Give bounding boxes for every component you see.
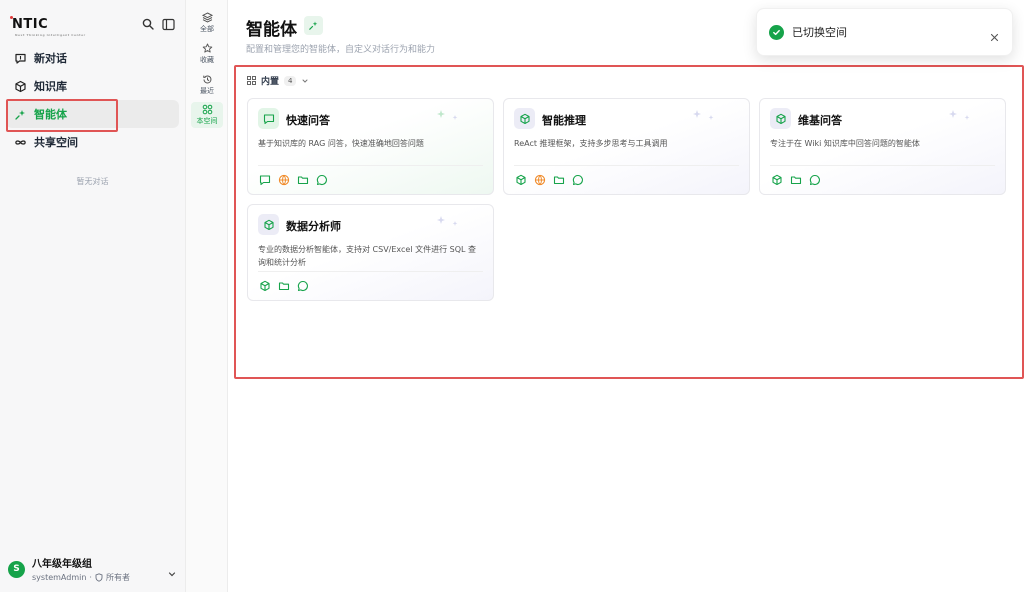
card-divider xyxy=(258,271,483,272)
message-icon xyxy=(808,173,821,186)
agent-card-wiki-qa[interactable]: 维基问答 专注于在 Wiki 知识库中回答问题的智能体 xyxy=(759,98,1006,195)
folder-icon xyxy=(552,173,565,186)
message-icon xyxy=(315,173,328,186)
sidebar-toggle-icon[interactable] xyxy=(161,17,175,31)
message-icon xyxy=(296,279,309,292)
history-icon xyxy=(202,74,213,85)
agent-description: ReAct 推理框架，支持多步思考与工具调用 xyxy=(514,139,668,148)
sparkle-decoration-icon xyxy=(435,214,463,234)
card-divider xyxy=(770,165,995,166)
builtin-section: 内置 4 快速问答 基于知识库的 RAG 问答，快速准确地回答问题 智能推理 R… xyxy=(234,65,1024,379)
sparkle-decoration-icon xyxy=(691,108,719,128)
cube-icon xyxy=(770,108,791,129)
filter-label: 最近 xyxy=(200,87,214,95)
logo-text: NTIC xyxy=(12,16,49,32)
logo-row: NTIC Next Thinking Intelligent Center xyxy=(10,12,175,37)
section-header[interactable]: 内置 4 xyxy=(247,74,309,87)
org-name: 八年级年级组 xyxy=(32,559,92,570)
agent-description: 专业的数据分析智能体，支持对 CSV/Excel 文件进行 SQL 查询和统计分… xyxy=(258,245,477,267)
star-icon xyxy=(202,43,213,54)
cube-icon xyxy=(258,279,271,292)
sidebar-nav: 新对话 知识库 智能体 共享空间 xyxy=(6,44,179,156)
filter-recent[interactable]: 最近 xyxy=(191,72,223,98)
cube-icon xyxy=(770,173,783,186)
filter-this-space[interactable]: 本空间 xyxy=(191,102,223,128)
agent-tools xyxy=(514,173,584,186)
section-label: 内置 xyxy=(261,77,280,87)
agent-tools xyxy=(258,279,309,292)
agent-title: 数据分析师 xyxy=(286,220,341,233)
agent-title: 智能推理 xyxy=(542,114,586,127)
card-divider xyxy=(258,165,483,166)
chevron-down-icon[interactable] xyxy=(301,77,309,85)
sidebar-item-label: 智能体 xyxy=(34,108,67,121)
sidebar-item-label: 新对话 xyxy=(34,52,67,65)
folder-icon xyxy=(789,173,802,186)
main-content: 智能体 配置和管理您的智能体，自定义对话行为和能力 内置 4 快速问答 基于知识… xyxy=(229,0,1024,592)
user-role: 所有者 xyxy=(105,573,130,582)
sidebar-item-agents[interactable]: 智能体 xyxy=(6,100,179,128)
chat-icon xyxy=(258,173,271,186)
meta-separator: · xyxy=(89,573,92,582)
space-icon xyxy=(202,104,213,115)
agent-card-reasoning[interactable]: 智能推理 ReAct 推理框架，支持多步思考与工具调用 xyxy=(503,98,750,195)
message-icon xyxy=(571,173,584,186)
filter-column: 全部 收藏 最近 本空间 xyxy=(186,0,228,592)
new-chat-icon xyxy=(14,52,27,65)
chat-icon xyxy=(258,108,279,129)
sparkle-decoration-icon xyxy=(947,108,975,128)
logo-dot xyxy=(10,15,13,19)
user-profile[interactable]: S 八年级年级组 systemAdmin · 所有者 xyxy=(8,554,177,584)
agent-card-data-analyst[interactable]: 数据分析师 专业的数据分析智能体，支持对 CSV/Excel 文件进行 SQL … xyxy=(247,204,494,301)
cube-icon xyxy=(514,108,535,129)
sidebar: NTIC Next Thinking Intelligent Center 新对… xyxy=(0,0,186,592)
agent-tools xyxy=(770,173,821,186)
search-icon[interactable] xyxy=(141,17,155,31)
check-circle-icon xyxy=(769,24,784,40)
cube-icon xyxy=(514,173,527,186)
sidebar-item-label: 知识库 xyxy=(34,80,67,93)
page-title: 智能体 xyxy=(246,20,297,40)
logo[interactable]: NTIC Next Thinking Intelligent Center xyxy=(10,15,85,37)
sidebar-item-new-chat[interactable]: 新对话 xyxy=(6,44,179,72)
avatar: S xyxy=(8,560,25,578)
sparkle-icon xyxy=(14,108,27,121)
agent-card-quick-qa[interactable]: 快速问答 基于知识库的 RAG 问答，快速准确地回答问题 xyxy=(247,98,494,195)
grid-icon xyxy=(247,76,256,85)
toast-message: 已切换空间 xyxy=(792,26,847,39)
page-subtitle: 配置和管理您的智能体，自定义对话行为和能力 xyxy=(246,45,436,55)
agent-tools xyxy=(258,173,328,186)
filter-label: 本空间 xyxy=(196,117,218,125)
layers-icon xyxy=(201,12,213,23)
card-divider xyxy=(514,165,739,166)
user-name: systemAdmin xyxy=(32,573,87,582)
globe-icon xyxy=(277,173,290,186)
sidebar-item-knowledge-base[interactable]: 知识库 xyxy=(6,72,179,100)
folder-icon xyxy=(277,279,290,292)
globe-icon xyxy=(533,173,546,186)
agent-description: 基于知识库的 RAG 问答，快速准确地回答问题 xyxy=(258,139,424,148)
sidebar-item-label: 共享空间 xyxy=(34,136,78,149)
section-count-badge: 4 xyxy=(284,75,297,86)
close-icon[interactable] xyxy=(990,27,999,42)
logo-subtitle: Next Thinking Intelligent Center xyxy=(15,32,86,37)
cube-icon xyxy=(14,80,27,93)
toast-notification: 已切换空间 xyxy=(756,8,1013,56)
empty-conversations-text: 暂无对话 xyxy=(76,177,109,186)
filter-all[interactable]: 全部 xyxy=(191,10,223,36)
chevron-down-icon[interactable] xyxy=(167,564,177,577)
folder-icon xyxy=(296,173,309,186)
title-sparkle-icon xyxy=(304,16,323,35)
shield-icon xyxy=(95,573,103,582)
cube-icon xyxy=(258,214,279,235)
agent-description: 专注于在 Wiki 知识库中回答问题的智能体 xyxy=(770,139,920,148)
infinity-icon xyxy=(14,136,27,149)
filter-favorites[interactable]: 收藏 xyxy=(191,41,223,67)
filter-label: 收藏 xyxy=(200,56,214,64)
sparkle-decoration-icon xyxy=(435,108,463,128)
agent-title: 快速问答 xyxy=(286,114,330,127)
filter-label: 全部 xyxy=(200,25,214,33)
sidebar-item-shared-space[interactable]: 共享空间 xyxy=(6,128,179,156)
agent-title: 维基问答 xyxy=(798,114,842,127)
